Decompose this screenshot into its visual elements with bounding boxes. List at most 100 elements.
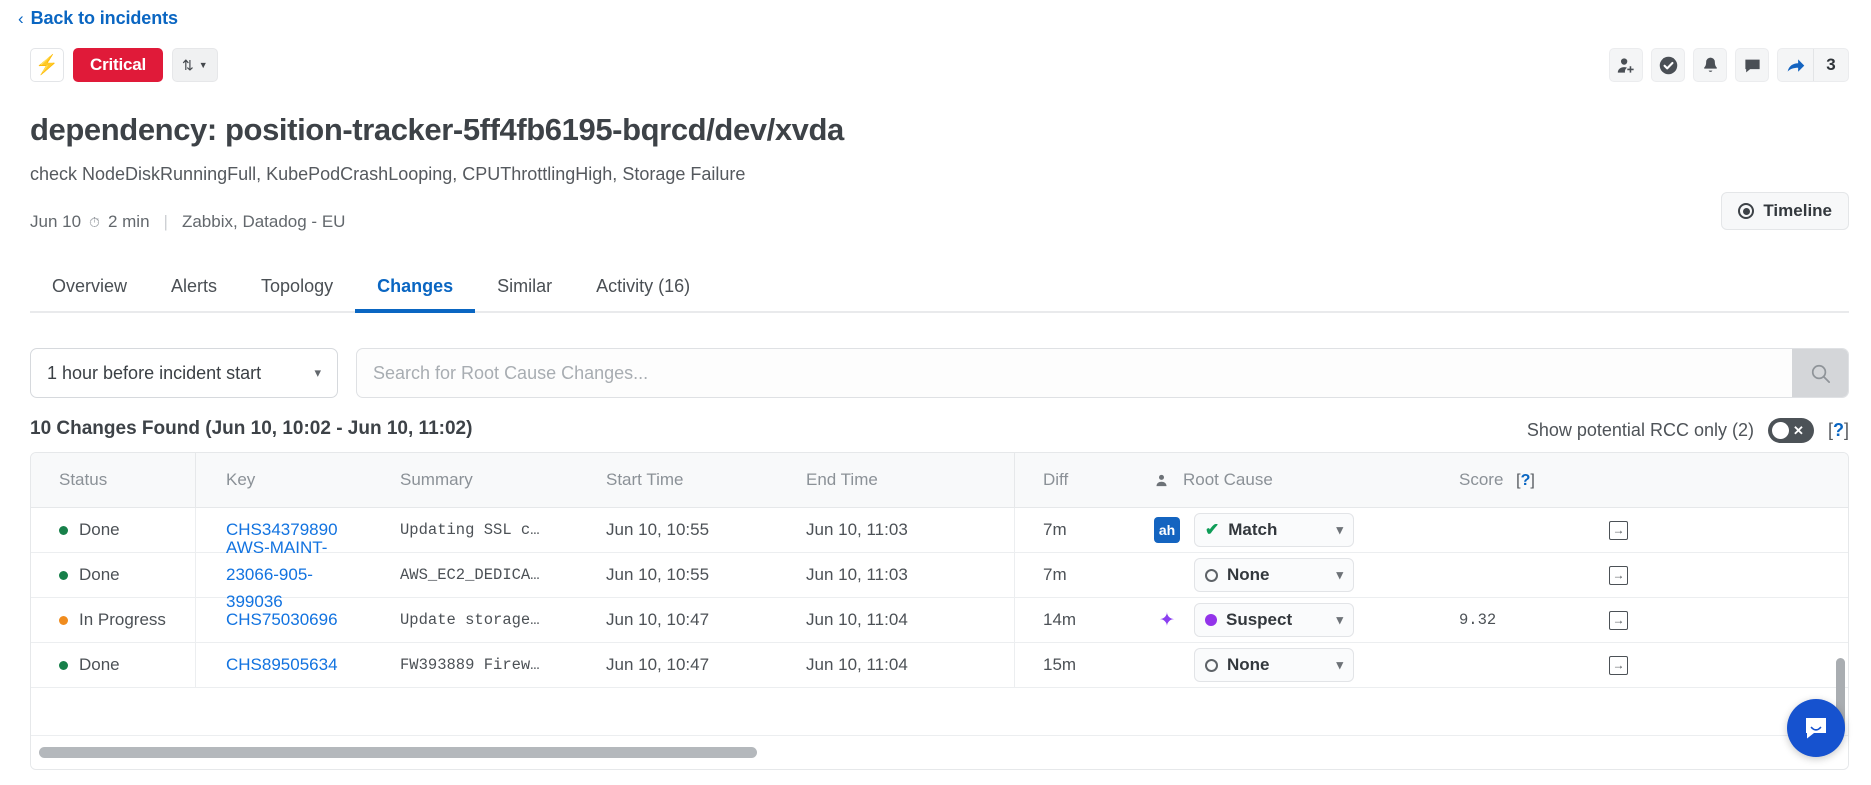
open-in-panel-icon[interactable]: → bbox=[1609, 566, 1628, 585]
tab-label: Topology bbox=[261, 276, 333, 296]
assign-user-icon bbox=[1617, 56, 1636, 75]
tab-similar[interactable]: Similar bbox=[475, 276, 574, 311]
cell-summary: Updating SSL c… bbox=[398, 521, 606, 539]
table-row[interactable]: Done AWS-MAINT-23066-905-399036 AWS_EC2_… bbox=[31, 553, 1848, 598]
cell-end-time: Jun 10, 11:03 bbox=[806, 565, 1014, 585]
table-horizontal-scrollbar[interactable] bbox=[31, 735, 1848, 769]
toggle-knob bbox=[1772, 422, 1789, 439]
root-cause-value: Suspect bbox=[1226, 610, 1327, 630]
chevron-down-icon: ▾ bbox=[1336, 657, 1343, 673]
column-header-score-label: Score bbox=[1459, 470, 1503, 489]
check-icon: ✔ bbox=[1205, 520, 1219, 540]
column-header-root-cause-label: Root Cause bbox=[1183, 470, 1273, 490]
column-header-status[interactable]: Status bbox=[31, 453, 196, 507]
root-cause-select[interactable]: Suspect ▾ bbox=[1194, 603, 1354, 637]
change-key-link[interactable]: AWS-MAINT-23066-905-399036 bbox=[226, 534, 338, 615]
cell-diff: 7m bbox=[1014, 508, 1144, 552]
root-cause-select[interactable]: None ▾ bbox=[1194, 648, 1354, 682]
assign-user-button[interactable] bbox=[1609, 48, 1643, 82]
cell-summary: Update storage… bbox=[398, 611, 606, 629]
cell-open: → bbox=[1609, 656, 1848, 675]
share-button[interactable] bbox=[1778, 49, 1814, 81]
empty-circle-icon bbox=[1205, 659, 1218, 672]
time-range-select[interactable]: 1 hour before incident start ▾ bbox=[30, 348, 338, 398]
column-header-diff[interactable]: Diff bbox=[1014, 453, 1144, 507]
share-count[interactable]: 3 bbox=[1814, 49, 1848, 81]
notifications-button[interactable] bbox=[1693, 48, 1727, 82]
cell-root-cause: ah ✔ Match ▾ bbox=[1144, 513, 1459, 547]
root-cause-select[interactable]: ✔ Match ▾ bbox=[1194, 513, 1354, 547]
incident-meta: Jun 10 ⏱ 2 min | Zabbix, Datadog - EU bbox=[30, 212, 345, 232]
column-header-score[interactable]: Score [?] bbox=[1459, 470, 1609, 490]
acknowledge-button[interactable] bbox=[1651, 48, 1685, 82]
score-help-icon[interactable]: [?] bbox=[1516, 472, 1535, 489]
rcc-help-icon[interactable]: [?] bbox=[1828, 420, 1849, 441]
table-body-scroll-viewport[interactable]: Done CHS34379890 Updating SSL c… Jun 10,… bbox=[31, 508, 1848, 736]
severity-label: Critical bbox=[90, 55, 146, 75]
column-header-end-time[interactable]: End Time bbox=[806, 470, 1014, 490]
incident-changes-page: ‹ Back to incidents ⚡ Critical ⇅ ▼ bbox=[0, 0, 1871, 785]
open-in-panel-icon[interactable]: → bbox=[1609, 611, 1628, 630]
cell-root-cause: ✦ Suspect ▾ bbox=[1144, 603, 1459, 637]
lightning-bolt-icon: ⚡ bbox=[35, 56, 59, 75]
search-button[interactable] bbox=[1792, 349, 1848, 397]
cell-status: In Progress bbox=[31, 598, 196, 642]
tab-changes[interactable]: Changes bbox=[355, 276, 475, 311]
root-cause-select[interactable]: None ▾ bbox=[1194, 558, 1354, 592]
rcc-toggle-label: Show potential RCC only (2) bbox=[1527, 420, 1754, 441]
incident-tabs: Overview Alerts Topology Changes Similar… bbox=[30, 276, 1849, 313]
ai-sparkle-icon: ✦ bbox=[1154, 611, 1180, 630]
lightning-bolt-button[interactable]: ⚡ bbox=[30, 48, 64, 82]
intercom-chat-icon bbox=[1802, 714, 1830, 742]
tab-alerts[interactable]: Alerts bbox=[149, 276, 239, 311]
share-group: 3 bbox=[1777, 48, 1849, 82]
help-question-mark: ? bbox=[1521, 472, 1531, 489]
tab-activity[interactable]: Activity (16) bbox=[574, 276, 712, 311]
severity-controls: ⚡ Critical ⇅ ▼ bbox=[30, 48, 218, 82]
empty-circle-icon bbox=[1205, 569, 1218, 582]
change-key-link[interactable]: CHS89505634 bbox=[226, 655, 338, 674]
cell-end-time: Jun 10, 11:03 bbox=[806, 520, 1014, 540]
chevron-down-icon: ▼ bbox=[199, 61, 208, 70]
comment-button[interactable] bbox=[1735, 48, 1769, 82]
timeline-radio-icon bbox=[1738, 203, 1754, 219]
search-input[interactable] bbox=[357, 349, 1792, 397]
rcc-toggle[interactable]: ✕ bbox=[1768, 418, 1814, 443]
column-header-start-time[interactable]: Start Time bbox=[606, 470, 806, 490]
severity-badge[interactable]: Critical bbox=[73, 48, 163, 82]
scrollbar-thumb[interactable] bbox=[39, 747, 757, 758]
cell-open: → bbox=[1609, 611, 1848, 630]
magnifier-icon bbox=[1809, 362, 1832, 385]
rcc-filter-control: Show potential RCC only (2) ✕ [?] bbox=[1527, 418, 1849, 443]
tab-overview[interactable]: Overview bbox=[30, 276, 149, 311]
cell-diff: 7m bbox=[1014, 553, 1144, 597]
cell-start-time: Jun 10, 10:55 bbox=[606, 565, 806, 585]
sort-updown-icon: ⇅ bbox=[182, 58, 194, 72]
avatar: ah bbox=[1154, 517, 1180, 543]
table-row[interactable]: Done CHS89505634 FW393889 Firew… Jun 10,… bbox=[31, 643, 1848, 688]
tab-topology[interactable]: Topology bbox=[239, 276, 355, 311]
column-header-summary[interactable]: Summary bbox=[398, 470, 606, 490]
back-link-label: Back to incidents bbox=[31, 8, 178, 29]
search-box bbox=[356, 348, 1849, 398]
back-to-incidents-link[interactable]: ‹ Back to incidents bbox=[18, 8, 178, 29]
cell-open: → bbox=[1609, 521, 1848, 540]
status-dot-icon bbox=[59, 616, 68, 625]
incident-action-bar: 3 bbox=[1609, 48, 1849, 82]
results-summary: 10 Changes Found (Jun 10, 10:02 - Jun 10… bbox=[30, 418, 472, 440]
open-in-panel-icon[interactable]: → bbox=[1609, 656, 1628, 675]
open-in-panel-icon[interactable]: → bbox=[1609, 521, 1628, 540]
close-x-icon: ✕ bbox=[1793, 424, 1804, 437]
incident-date: Jun 10 bbox=[30, 212, 81, 232]
cell-start-time: Jun 10, 10:55 bbox=[606, 520, 806, 540]
time-range-value: 1 hour before incident start bbox=[47, 363, 261, 384]
column-header-key[interactable]: Key bbox=[196, 470, 398, 490]
chat-launcher-button[interactable] bbox=[1787, 699, 1845, 757]
severity-sort-dropdown[interactable]: ⇅ ▼ bbox=[172, 48, 218, 82]
page-title: dependency: position-tracker-5ff4fb6195-… bbox=[30, 112, 844, 148]
root-cause-value: Match bbox=[1228, 520, 1327, 540]
column-header-root-cause[interactable]: Root Cause bbox=[1144, 470, 1459, 490]
timeline-button[interactable]: Timeline bbox=[1721, 192, 1849, 230]
meta-divider: | bbox=[164, 212, 168, 232]
help-question-mark: ? bbox=[1833, 420, 1844, 440]
